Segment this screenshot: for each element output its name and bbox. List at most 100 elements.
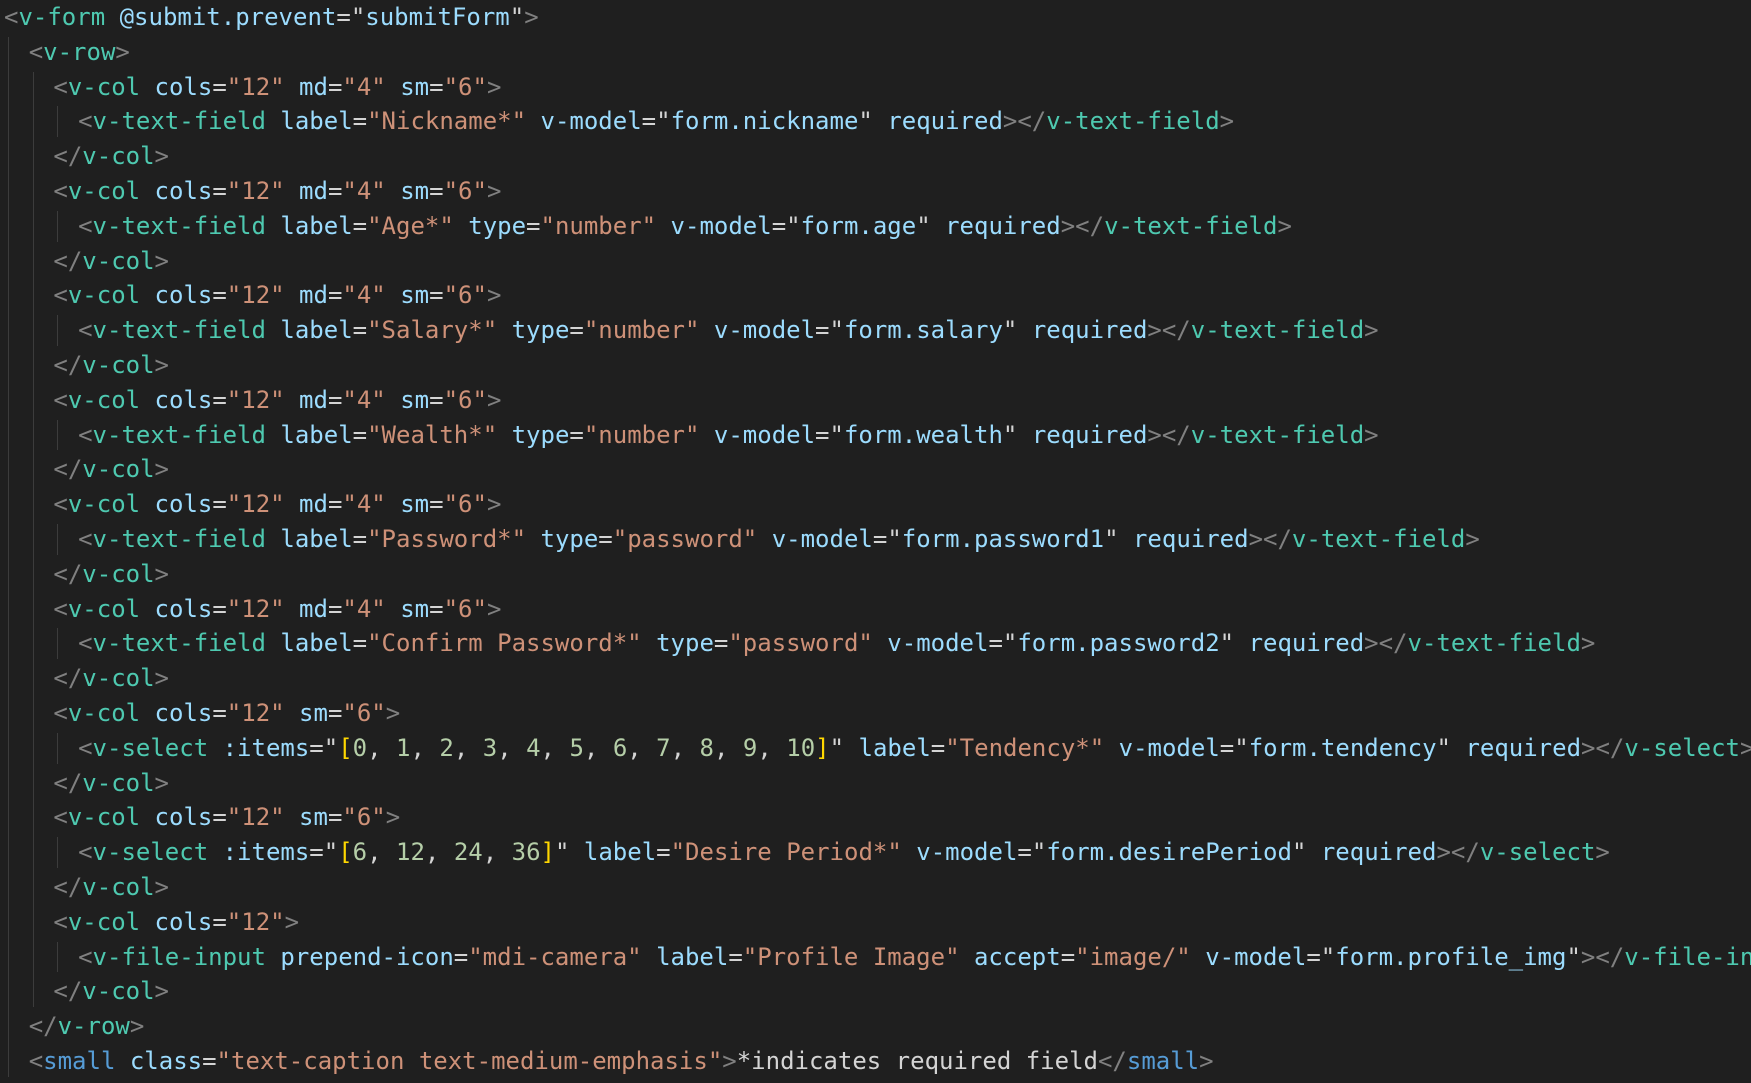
code-token: ></	[1364, 629, 1408, 658]
code-line: <v-col cols="12">	[53, 905, 299, 939]
code-token: ,	[540, 733, 570, 762]
code-token: form.tendency	[1248, 733, 1437, 762]
code-token: =	[429, 177, 444, 205]
code-token: v-col	[67, 803, 141, 832]
code-token: "	[829, 733, 845, 762]
code-token: 9	[742, 733, 758, 762]
code-token: "password"	[728, 629, 873, 658]
code-token: =	[815, 316, 830, 345]
code-token: "	[1002, 629, 1018, 658]
code-token: =	[352, 211, 368, 240]
code-token: required	[1132, 525, 1249, 553]
code-line: <v-text-field label="Age*" type="number"…	[78, 209, 1292, 243]
code-token: cols	[154, 594, 213, 623]
code-token: required	[887, 107, 1003, 136]
code-token: "image/"	[1075, 942, 1191, 971]
code-token: "	[1002, 316, 1018, 345]
code-token: =	[598, 525, 613, 553]
code-line: <v-file-input prepend-icon="mdi-camera" …	[78, 940, 1751, 974]
code-token: v-model	[540, 107, 642, 136]
code-token: 24	[453, 838, 483, 867]
code-token: </	[28, 1012, 58, 1041]
code-token: label	[280, 316, 353, 345]
code-token: form.password2	[1017, 629, 1220, 658]
code-token: v-form	[18, 3, 106, 31]
code-token: ></	[1580, 942, 1625, 971]
code-line: <small class="text-caption text-medium-e…	[29, 1044, 1214, 1078]
code-token: v-col	[67, 281, 141, 310]
code-token: v-text-field	[1046, 107, 1220, 136]
code-token: v-text-field	[1190, 420, 1365, 449]
code-token: type	[511, 420, 570, 449]
code-token: <	[78, 211, 93, 240]
code-token: =	[327, 803, 343, 832]
code-line: <v-col cols="12" md="4" sm="6">	[53, 487, 501, 521]
code-token: ,	[367, 733, 397, 762]
code-token: </	[53, 664, 83, 693]
code-token: =	[713, 629, 729, 658]
code-token: <	[78, 838, 93, 867]
code-token: "12"	[226, 490, 285, 519]
indent-guide	[32, 71, 34, 1008]
code-token: v-text-field	[1407, 629, 1581, 658]
code-token: "	[829, 316, 844, 345]
code-token: <	[78, 733, 93, 762]
code-token: v-col	[67, 385, 141, 414]
code-token: v-col	[82, 142, 155, 171]
code-token: =	[336, 3, 351, 31]
code-token: <	[4, 3, 19, 31]
code-token: "	[1031, 838, 1047, 867]
code-token: :items	[222, 733, 310, 762]
code-editor[interactable]: <v-form @submit.prevent="submitForm"> <v-…	[0, 0, 1751, 1083]
code-token: =	[327, 72, 343, 101]
code-token: <	[78, 316, 93, 345]
code-token: =	[352, 107, 368, 136]
code-token: type	[468, 211, 527, 240]
code-token: >	[1364, 420, 1379, 449]
code-token: v-text-field	[1104, 211, 1278, 240]
code-token: "12"	[226, 803, 285, 832]
code-token: v-col	[67, 72, 141, 101]
code-token: v-row	[43, 37, 116, 66]
code-line: </v-col>	[53, 452, 169, 486]
code-token: "mdi-camera"	[468, 942, 642, 971]
code-token: </	[53, 873, 83, 901]
code-token: =	[352, 420, 368, 449]
code-token: 7	[656, 733, 671, 762]
code-token: <	[53, 699, 68, 727]
code-token: v-select	[92, 733, 209, 762]
code-token: >	[1364, 316, 1379, 345]
code-token: "	[656, 107, 671, 136]
code-token: <	[28, 37, 44, 66]
code-token: v-col	[82, 246, 155, 275]
code-token: >	[1277, 211, 1292, 240]
code-token: "	[509, 3, 525, 31]
code-token: sm	[400, 594, 430, 623]
code-token: "12"	[226, 281, 285, 310]
code-token: <	[53, 907, 68, 936]
code-token: >	[154, 455, 169, 484]
code-token: ></	[1436, 838, 1480, 867]
code-token: v-col	[67, 699, 141, 727]
code-line: </v-col>	[53, 348, 169, 382]
code-token: =	[212, 803, 227, 832]
code-token: ></	[1060, 211, 1105, 240]
code-line: <v-col cols="12" md="4" sm="6">	[53, 70, 501, 104]
code-line: <v-text-field label="Wealth*" type="numb…	[78, 418, 1379, 452]
code-line: <v-form @submit.prevent="submitForm">	[4, 0, 539, 34]
code-token: 6	[352, 838, 368, 867]
code-token: >	[385, 699, 401, 727]
code-token: </	[1097, 1047, 1127, 1075]
